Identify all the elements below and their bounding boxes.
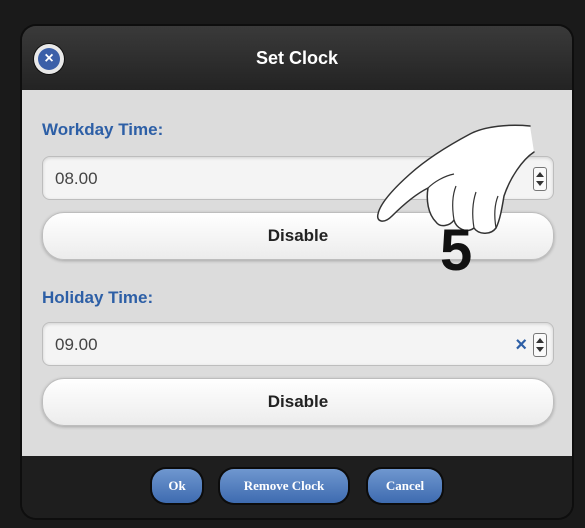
step-number-label: 5 xyxy=(440,218,473,283)
dialog-titlebar: × Set Clock xyxy=(22,26,572,90)
clear-icon[interactable]: × xyxy=(515,323,527,367)
workday-time-label: Workday Time: xyxy=(42,120,164,139)
holiday-time-label: Holiday Time: xyxy=(42,288,154,307)
holiday-time-value: 09.00 xyxy=(55,335,98,354)
stepper-down-icon[interactable] xyxy=(536,347,544,352)
holiday-time-stepper[interactable] xyxy=(533,333,547,357)
ok-button[interactable]: Ok xyxy=(152,469,202,503)
set-clock-dialog: × Set Clock Workday Time: 08.00 Disable … xyxy=(22,26,572,518)
remove-clock-button[interactable]: Remove Clock xyxy=(220,469,348,503)
holiday-time-field[interactable]: 09.00 × xyxy=(42,322,554,366)
stepper-up-icon[interactable] xyxy=(536,338,544,343)
dialog-footer: Ok Remove Clock Cancel xyxy=(22,456,572,518)
workday-time-value: 08.00 xyxy=(55,169,98,188)
holiday-disable-button[interactable]: Disable xyxy=(42,378,554,426)
dialog-title: Set Clock xyxy=(255,48,339,68)
cancel-button[interactable]: Cancel xyxy=(368,469,442,503)
screen-frame: × Set Clock Workday Time: 08.00 Disable … xyxy=(0,0,585,528)
